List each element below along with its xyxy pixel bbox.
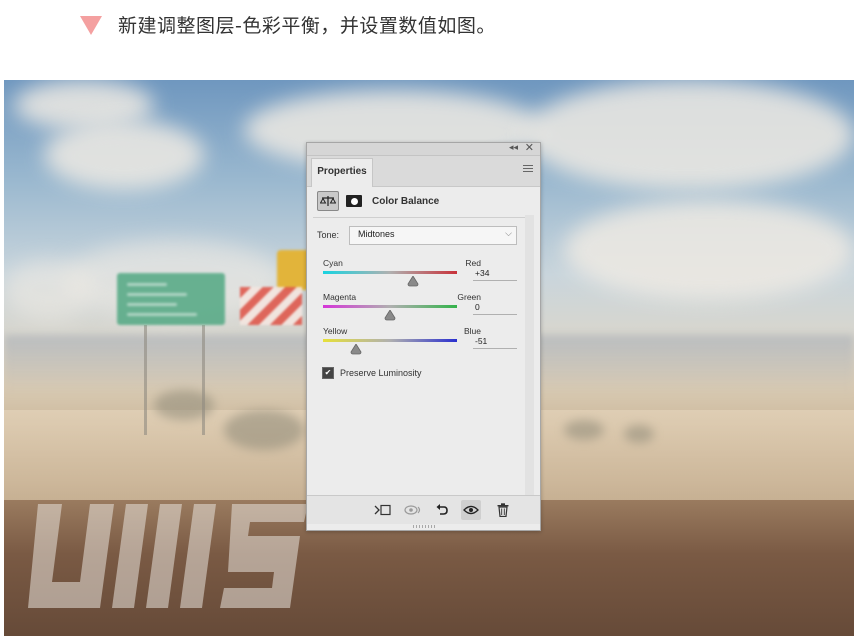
- sign-pole: [144, 325, 147, 435]
- shrub: [154, 390, 214, 420]
- slider-value-input[interactable]: -51: [473, 334, 517, 349]
- sign-line: [127, 293, 187, 296]
- sign-pole: [202, 325, 205, 435]
- color-balance-scale-icon[interactable]: [317, 191, 339, 211]
- preserve-luminosity-label: Preserve Luminosity: [340, 368, 422, 378]
- eye-glyph: [463, 505, 479, 515]
- slider-track[interactable]: [323, 271, 457, 274]
- instruction-header: 新建调整图层-色彩平衡，并设置数值如图。: [80, 8, 496, 40]
- preserve-luminosity-checkbox[interactable]: ✔: [322, 367, 334, 379]
- cloud: [44, 120, 204, 190]
- sign-line: [127, 303, 177, 306]
- prev-state-glyph: [404, 505, 421, 515]
- layer-mask-icon[interactable]: [346, 195, 362, 207]
- chevron-down-icon: ⌵: [505, 228, 512, 238]
- slider-left-label: Cyan: [323, 258, 343, 268]
- visibility-eye-icon[interactable]: [461, 500, 481, 520]
- trash-glyph: [497, 503, 509, 517]
- cloud: [564, 200, 854, 300]
- watermark-logo-graphic: [28, 504, 308, 608]
- panel-titlebar[interactable]: ◂◂ ✕: [307, 141, 540, 156]
- clip-to-layer-icon[interactable]: [373, 500, 393, 520]
- slider-value-input[interactable]: +34: [473, 266, 517, 281]
- slider-left-label: Yellow: [323, 326, 348, 336]
- shrub: [624, 425, 654, 443]
- panel-tab-row: Properties: [307, 156, 540, 187]
- shrub: [224, 410, 304, 450]
- panel-resize-grip[interactable]: [413, 525, 435, 528]
- sign-line: [127, 283, 167, 286]
- adjustment-title: Color Balance: [372, 195, 440, 207]
- watermark-logo: [28, 504, 318, 608]
- trash-icon[interactable]: [493, 500, 513, 520]
- divider: [313, 217, 531, 218]
- slider-thumb-shape: [350, 344, 362, 355]
- panel-scrollbar[interactable]: [525, 215, 534, 495]
- panel-menu-icon[interactable]: [523, 165, 533, 174]
- view-previous-state-icon[interactable]: [403, 500, 423, 520]
- shrub: [564, 420, 604, 440]
- preserve-luminosity-row[interactable]: ✔ Preserve Luminosity: [322, 367, 422, 379]
- panel-bottom-toolbar: [307, 495, 540, 524]
- clip-glyph: [374, 504, 391, 516]
- reset-glyph: [436, 504, 448, 515]
- tone-label: Tone:: [317, 230, 340, 240]
- double-chevron-left-icon[interactable]: ◂◂: [509, 142, 518, 153]
- striped-barrier-sign: [240, 287, 302, 325]
- scale-glyph: [320, 196, 336, 206]
- cloud: [524, 80, 854, 190]
- mask-dot: [350, 197, 358, 205]
- sign-line: [127, 313, 197, 316]
- tone-value: Midtones: [358, 229, 395, 239]
- slider-track[interactable]: [323, 339, 457, 342]
- slider-track[interactable]: [323, 305, 457, 308]
- tab-properties[interactable]: Properties: [311, 158, 373, 187]
- slider-yellow-blue: Yellow Blue -51: [323, 326, 523, 366]
- tone-dropdown[interactable]: Midtones ⌵: [349, 226, 517, 245]
- cloud: [4, 260, 94, 320]
- slider-left-label: Magenta: [323, 292, 357, 302]
- properties-panel: ◂◂ ✕ Properties Color Balance Tone: Midt…: [306, 142, 541, 531]
- slider-thumb-shape: [407, 276, 419, 287]
- close-icon[interactable]: ✕: [525, 141, 534, 154]
- slider-thumb-shape: [384, 310, 396, 321]
- reset-icon[interactable]: [432, 500, 452, 520]
- slider-value-input[interactable]: 0: [473, 300, 517, 315]
- triangle-marker-icon: [80, 15, 102, 35]
- road-sign-green: [117, 273, 225, 325]
- adjustment-header: Color Balance: [317, 190, 439, 212]
- instruction-text: 新建调整图层-色彩平衡，并设置数值如图。: [118, 14, 496, 37]
